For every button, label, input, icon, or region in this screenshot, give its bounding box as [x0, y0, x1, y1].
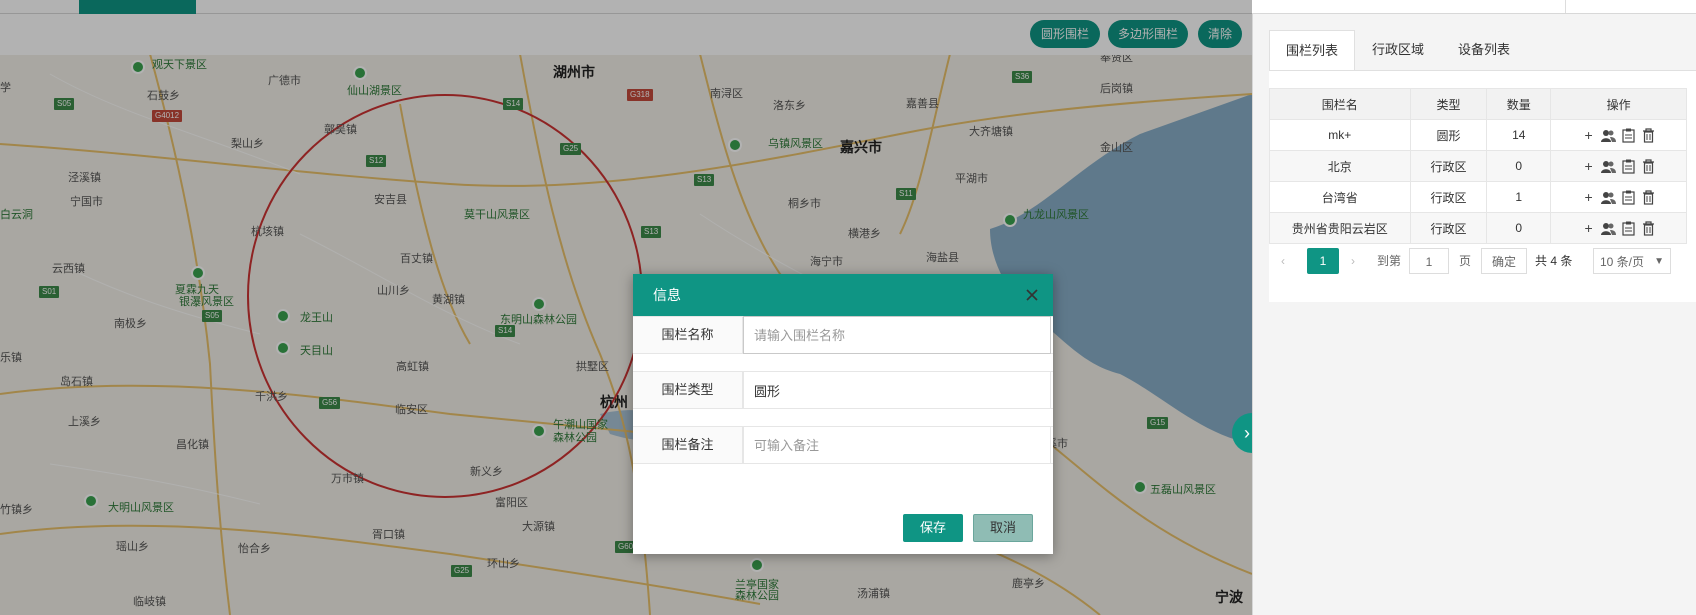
fence-type-cell: 圆形: [1409, 119, 1488, 151]
fence-name-cell: 贵州省贵阳云岩区: [1269, 212, 1411, 244]
next-page-icon[interactable]: ›: [1351, 248, 1355, 274]
top-nav-divider: [1565, 0, 1566, 13]
fence-type-cell: 行政区: [1409, 181, 1488, 213]
users-icon[interactable]: [1601, 159, 1617, 174]
column-header-actions: 操作: [1550, 88, 1687, 120]
chevron-right-icon: ›: [1244, 423, 1250, 443]
fence-name-label: 围栏名称: [633, 317, 743, 353]
add-icon[interactable]: +: [1581, 220, 1596, 236]
page-size-select[interactable]: 10 条/页 ▼: [1593, 248, 1671, 274]
dialog-title: 信息: [653, 287, 681, 303]
trash-icon[interactable]: [1641, 189, 1656, 205]
add-icon[interactable]: +: [1581, 189, 1596, 205]
goto-label: 到第: [1377, 254, 1402, 268]
fence-count-cell: 1: [1486, 181, 1552, 213]
dialog-header: 信息: [633, 274, 1053, 316]
fence-type-label: 围栏类型: [633, 372, 743, 408]
fence-actions-cell: +: [1550, 150, 1687, 182]
page-size-value: 10 条/页: [1600, 255, 1645, 269]
page-number-input[interactable]: 1: [1409, 248, 1449, 274]
fence-type-cell: 行政区: [1409, 212, 1488, 244]
clipboard-icon[interactable]: [1621, 128, 1636, 143]
users-icon[interactable]: [1601, 221, 1617, 236]
table-row[interactable]: 台湾省 行政区 1 +: [1269, 181, 1687, 213]
clipboard-icon[interactable]: [1621, 221, 1636, 236]
column-header-count: 数量: [1486, 88, 1552, 120]
table-row[interactable]: mk+ 圆形 14 +: [1269, 119, 1687, 151]
trash-icon[interactable]: [1641, 127, 1656, 143]
fence-name-cell: 北京: [1269, 150, 1411, 182]
pagination: ‹ 1 › 到第 1 页 确定 共 4 条 10 条/页 ▼: [1269, 248, 1687, 276]
fence-actions-cell: +: [1550, 119, 1687, 151]
cancel-button[interactable]: 取消: [973, 514, 1033, 542]
form-row-remark: 围栏备注: [633, 426, 1053, 464]
close-icon[interactable]: [1025, 288, 1039, 302]
total-count: 共 4 条: [1535, 254, 1573, 268]
tab-admin-region[interactable]: 行政区域: [1355, 30, 1441, 70]
save-button[interactable]: 保存: [903, 514, 963, 542]
add-icon[interactable]: +: [1581, 158, 1596, 174]
fence-name-input[interactable]: [743, 316, 1051, 354]
fence-count-cell: 14: [1486, 119, 1552, 151]
table-row[interactable]: 北京 行政区 0 +: [1269, 150, 1687, 182]
current-page[interactable]: 1: [1307, 248, 1339, 274]
right-panel: 围栏列表 行政区域 设备列表 围栏名 类型 数量 操作 mk+ 圆形 14 + 北京 行政…: [1252, 14, 1696, 615]
form-row-name: 围栏名称: [633, 316, 1053, 354]
fence-type-cell: 行政区: [1409, 150, 1488, 182]
tab-device-list[interactable]: 设备列表: [1441, 30, 1527, 70]
prev-page-icon[interactable]: ‹: [1281, 248, 1285, 274]
page-confirm-button[interactable]: 确定: [1481, 248, 1527, 274]
users-icon[interactable]: [1601, 190, 1617, 205]
trash-icon[interactable]: [1641, 158, 1656, 174]
fence-actions-cell: +: [1550, 212, 1687, 244]
caret-down-icon: ▼: [1654, 256, 1664, 267]
fence-table: 围栏名 类型 数量 操作 mk+ 圆形 14 + 北京 行政区 0 + 台湾省 行政区 1 + 贵州省贵…: [1269, 88, 1687, 244]
table-row[interactable]: 贵州省贵阳云岩区 行政区 0 +: [1269, 212, 1687, 244]
fence-name-cell: 台湾省: [1269, 181, 1411, 213]
column-header-name: 围栏名: [1269, 88, 1411, 120]
tab-fence-list[interactable]: 围栏列表: [1269, 30, 1355, 70]
column-header-type: 类型: [1409, 88, 1488, 120]
fence-count-cell: 0: [1486, 150, 1552, 182]
fence-remark-label: 围栏备注: [633, 427, 743, 463]
form-row-type: 围栏类型: [633, 371, 1053, 409]
fence-info-dialog: 信息 围栏名称 围栏类型 围栏备注 保存 取消: [633, 274, 1053, 554]
trash-icon[interactable]: [1641, 220, 1656, 236]
users-icon[interactable]: [1601, 128, 1617, 143]
fence-count-cell: 0: [1486, 212, 1552, 244]
fence-remark-input[interactable]: [743, 426, 1051, 464]
fence-name-cell: mk+: [1269, 119, 1411, 151]
clipboard-icon[interactable]: [1621, 190, 1636, 205]
page-unit-label: 页: [1459, 254, 1472, 268]
clipboard-icon[interactable]: [1621, 159, 1636, 174]
add-icon[interactable]: +: [1581, 127, 1596, 143]
modal-backdrop: [0, 0, 1252, 615]
fence-actions-cell: +: [1550, 181, 1687, 213]
fence-type-input[interactable]: [743, 371, 1051, 409]
